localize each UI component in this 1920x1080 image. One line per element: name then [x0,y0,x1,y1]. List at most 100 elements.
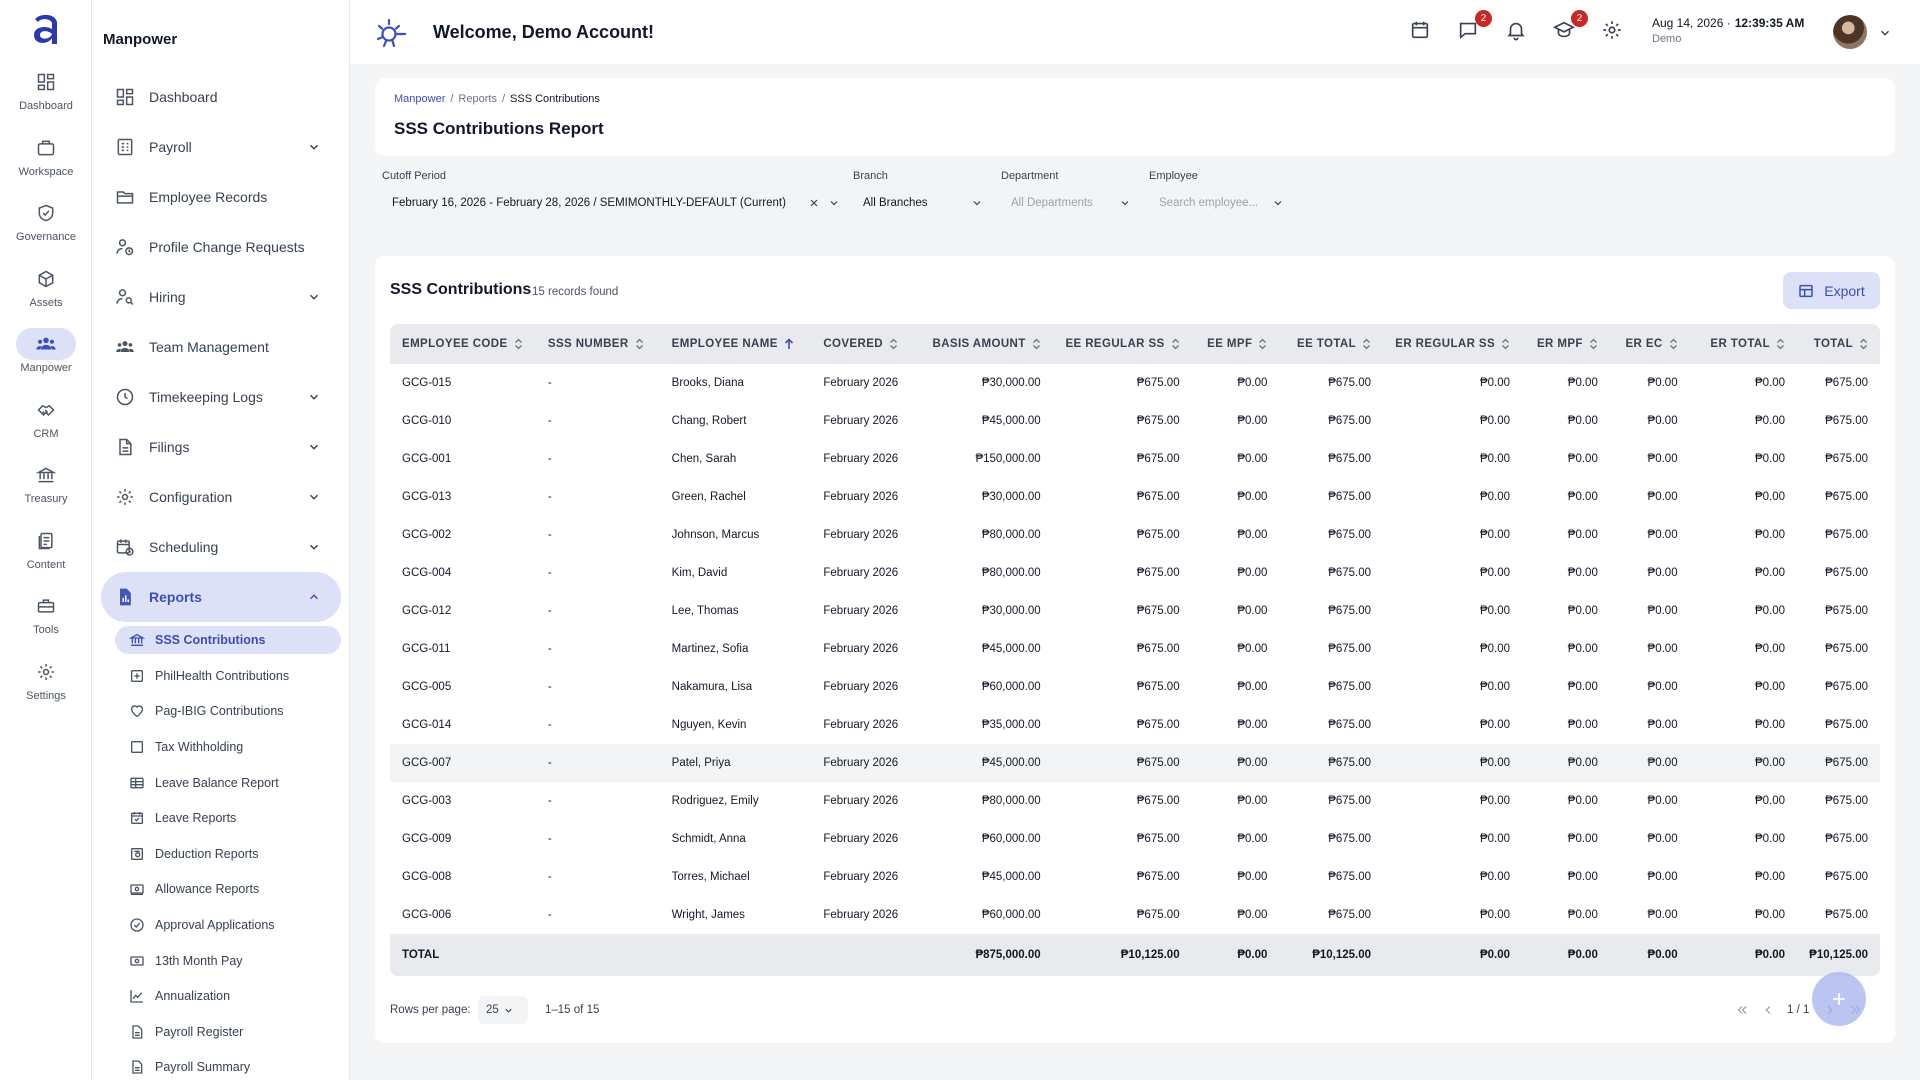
calendar-button[interactable] [1409,19,1435,45]
first-page-icon[interactable] [1735,1003,1749,1017]
sidebar-subitem-deduction-reports[interactable]: Deduction Reports [115,836,341,872]
column-header[interactable]: EE TOTAL [1279,324,1384,364]
sidebar-subitem-leave-reports[interactable]: Leave Reports [115,800,341,836]
prev-page-icon[interactable] [1761,1003,1775,1017]
rail-item-manpower[interactable]: Manpower [0,324,92,390]
sidebar-subitem-philhealth-contributions[interactable]: PhilHealth Contributions [115,658,341,694]
table-row[interactable]: GCG-008 - Torres, Michael February 2026 ₱45,… [390,858,1880,896]
column-header[interactable]: EE MPF [1191,324,1280,364]
app-logo-icon[interactable] [28,10,64,48]
rail-item-assets[interactable]: Assets [0,259,92,325]
sort-icon[interactable] [1258,338,1267,350]
column-header[interactable]: TOTAL [1797,324,1880,364]
column-header[interactable]: EMPLOYEE NAME [659,324,812,364]
table-cell: ₱0.00 [1479,567,1511,579]
breadcrumb-reports[interactable]: Reports [458,93,497,105]
sort-icon[interactable] [1589,338,1598,350]
table-cell: ₱0.00 [1237,833,1268,845]
table-row[interactable]: GCG-010 - Chang, Robert February 2026 ₱45,00… [390,402,1880,440]
sidebar-item-profile-change-requests[interactable]: Profile Change Requests [101,222,341,272]
messages-button[interactable]: 2 [1457,10,1492,45]
settings-button[interactable] [1601,19,1627,45]
chevron-down-icon[interactable] [1878,26,1892,40]
sort-icon[interactable] [1362,338,1371,350]
table-row[interactable]: GCG-005 - Nakamura, Lisa February 2026 ₱60,0… [390,668,1880,706]
table-row[interactable]: GCG-015 - Brooks, Diana February 2026 ₱30,00… [390,364,1880,402]
sidebar-item-dashboard[interactable]: Dashboard [101,72,341,122]
sidebar-subitem-leave-balance-report[interactable]: Leave Balance Report [115,765,341,801]
table-row[interactable]: GCG-012 - Lee, Thomas February 2026 ₱30,000.… [390,592,1880,630]
sidebar-subitem-approval-applications[interactable]: Approval Applications [115,907,341,943]
learning-button[interactable]: 2 [1553,10,1588,45]
sidebar-subitem-annualization[interactable]: Annualization [115,978,341,1014]
table-row[interactable]: GCG-014 - Nguyen, Kevin February 2026 ₱35,00… [390,706,1880,744]
table-row[interactable]: GCG-001 - Chen, Sarah February 2026 ₱150,000… [390,440,1880,478]
sort-icon[interactable] [1859,338,1868,350]
column-header[interactable]: EMPLOYEE CODE [390,324,536,364]
sort-icon[interactable] [1032,338,1041,350]
sidebar-item-configuration[interactable]: Configuration [101,472,341,522]
sidebar-item-hiring[interactable]: Hiring [101,272,341,322]
clear-icon[interactable] [808,197,820,209]
employee-search-select[interactable]: Search employee... [1149,188,1294,218]
sort-icon[interactable] [1171,338,1180,350]
rows-per-page-select[interactable]: 25 [478,996,528,1024]
sidebar-item-timekeeping-logs[interactable]: Timekeeping Logs [101,372,341,422]
rail-item-content[interactable]: Content [0,521,92,587]
notifications-button[interactable] [1505,19,1531,45]
rail-item-workspace[interactable]: Workspace [0,128,92,194]
sidebar-subitem-label: Leave Balance Report [155,775,279,790]
sort-icon[interactable] [514,338,523,350]
sidebar-item-scheduling[interactable]: Scheduling [101,522,341,572]
table-row[interactable]: GCG-004 - Kim, David February 2026 ₱80,000.0… [390,554,1880,592]
sidebar-subitem-payroll-summary[interactable]: Payroll Summary [115,1050,341,1080]
column-header-label: EMPLOYEE CODE [402,338,508,351]
sort-ascending-icon[interactable] [784,338,794,350]
rail-item-governance[interactable]: Governance [0,193,92,259]
sort-icon[interactable] [635,338,644,350]
sidebar-subitem-payroll-register[interactable]: Payroll Register [115,1014,341,1050]
column-header[interactable]: ER MPF [1522,324,1610,364]
rail-item-crm[interactable]: CRM [0,390,92,456]
sort-icon[interactable] [1669,338,1678,350]
department-select[interactable]: All Departments [1001,188,1141,218]
sidebar-subitem-allowance-reports[interactable]: Allowance Reports [115,872,341,908]
avatar[interactable] [1833,15,1867,49]
table-row[interactable]: GCG-003 - Rodriguez, Emily February 2026 ₱80… [390,782,1880,820]
column-header[interactable]: COVERED [811,324,916,364]
sort-icon[interactable] [1776,338,1785,350]
column-header[interactable]: ER TOTAL [1689,324,1798,364]
sidebar-item-team-management[interactable]: Team Management [101,322,341,372]
sidebar-item-payroll[interactable]: Payroll [101,122,341,172]
sidebar-item-employee-records[interactable]: Employee Records [101,172,341,222]
sidebar-subitem-pag-ibig-contributions[interactable]: Pag-IBIG Contributions [115,694,341,730]
table-row[interactable]: GCG-011 - Martinez, Sofia February 2026 ₱45,… [390,630,1880,668]
rail-item-tools[interactable]: Tools [0,586,92,652]
column-header[interactable]: ER REGULAR SS [1383,324,1523,364]
table-row[interactable]: GCG-007- Patel, Priya February 2026 ₱45,000… [390,744,1880,782]
rail-item-settings[interactable]: Settings [0,652,92,718]
table-row[interactable]: GCG-002 - Johnson, Marcus February 2026 ₱80,… [390,516,1880,554]
cutoff-period-select[interactable]: February 16, 2026 - February 28, 2026 / … [382,188,850,218]
sidebar-item-reports[interactable]: Reports [101,572,341,622]
add-fab-button[interactable] [1812,972,1866,1026]
sort-icon[interactable] [889,338,898,350]
sidebar-subitem-sss-contributions[interactable]: SSS Contributions [115,626,341,654]
table-row[interactable]: GCG-006 - Wright, James February 2026 ₱60,00… [390,896,1880,934]
breadcrumb-manpower[interactable]: Manpower [394,93,445,105]
export-button[interactable]: Export [1783,272,1880,309]
sidebar-item-filings[interactable]: Filings [101,422,341,472]
column-header[interactable]: BASIS AMOUNT [915,324,1053,364]
branch-select[interactable]: All Branches [853,188,993,218]
sort-icon[interactable] [1501,338,1510,350]
table-row[interactable]: GCG-009 - Schmidt, Anna February 2026 ₱60,00… [390,820,1880,858]
sidebar-subitem-13th-month-pay[interactable]: 13th Month Pay [115,943,341,979]
sidebar-subitem-tax-withholding[interactable]: Tax Withholding [115,729,341,765]
column-header[interactable]: SSS NUMBER [535,324,660,364]
table-row[interactable]: GCG-013 - Green, Rachel February 2026 ₱30,00… [390,478,1880,516]
rail-item-dashboard[interactable]: Dashboard [0,62,92,128]
column-header[interactable]: ER EC [1609,324,1690,364]
column-header[interactable]: EE REGULAR SS [1052,324,1192,364]
documents-icon [16,525,76,557]
rail-item-treasury[interactable]: Treasury [0,455,92,521]
